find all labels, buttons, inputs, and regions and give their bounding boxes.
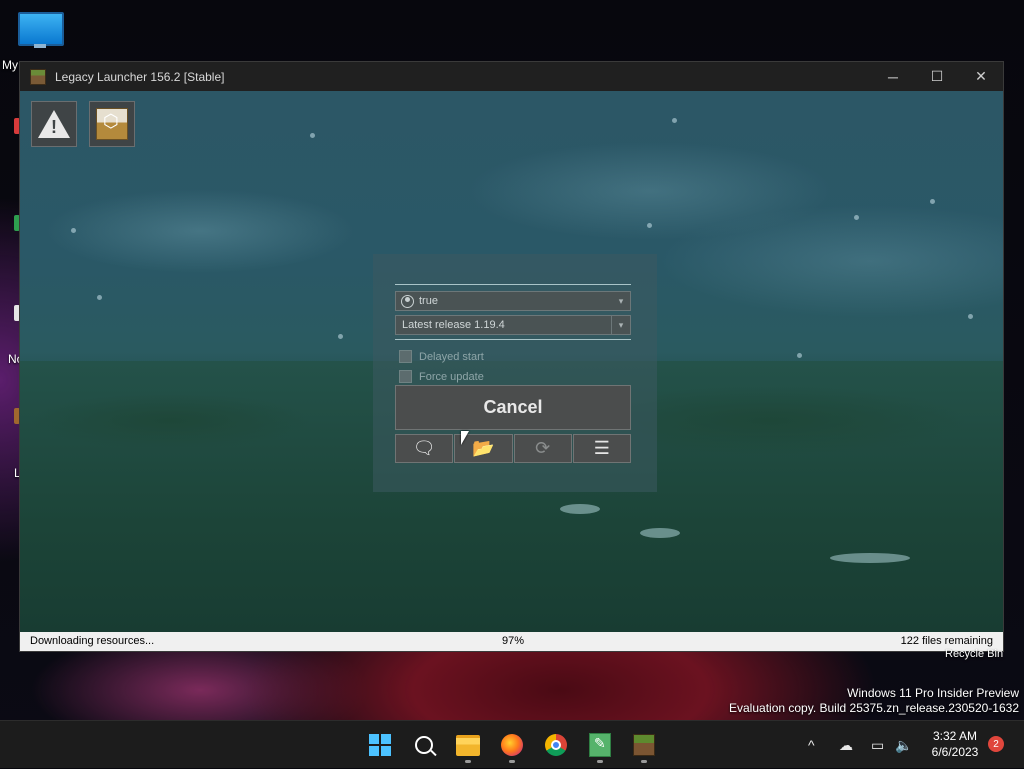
chat-button[interactable]: 🗨 [395, 434, 454, 463]
maximize-button[interactable]: ☐ [915, 62, 959, 91]
tlauncher-cube-icon [96, 108, 128, 140]
maximize-icon: ☐ [930, 68, 944, 84]
search-icon [415, 736, 433, 754]
desktop-icon-label-my[interactable]: My [2, 58, 18, 72]
refresh-button[interactable]: ⟳ [513, 434, 572, 463]
window-title: Legacy Launcher 156.2 [Stable] [55, 69, 225, 84]
this-pc-icon[interactable] [18, 12, 64, 46]
running-indicator [509, 760, 515, 763]
search-button[interactable] [412, 733, 436, 757]
launch-panel: true ▾ Latest release 1.19.4 ▾ Delayed s… [373, 254, 657, 492]
minimize-button[interactable]: ─ [871, 62, 915, 91]
notepad-plus-icon [589, 733, 611, 757]
menu-button[interactable]: ☰ [572, 434, 631, 463]
recycle-bin-label[interactable]: Recycle Bin [945, 648, 1003, 660]
mouse-cursor [461, 431, 469, 445]
volume-control[interactable]: 🔈 [895, 721, 912, 769]
running-indicator [597, 760, 603, 763]
watermark-line-2: Evaluation copy. Build 25375.zn_release.… [729, 701, 1019, 715]
notepad-plus-button[interactable] [588, 733, 612, 757]
warning-icon: ! [38, 110, 70, 138]
chrome-button[interactable] [544, 733, 568, 757]
status-bar: Downloading resources... 97% 122 files r… [20, 632, 1003, 651]
taskbar: ^ ☁ ▭ 🔈 3:32 AM 6/6/2023 [0, 720, 1024, 768]
progress-percent: 97% [502, 635, 525, 647]
tray-chevron[interactable]: ^ [808, 721, 815, 769]
delayed-start-label: Delayed start [419, 350, 484, 363]
version-select[interactable]: Latest release 1.19.4 ▾ [395, 315, 631, 335]
snow-particle [930, 199, 935, 204]
chevron-down-icon[interactable]: ▾ [611, 316, 630, 334]
minecraft-launcher-button[interactable] [632, 733, 656, 757]
divider [395, 339, 631, 340]
refresh-icon: ⟳ [535, 438, 551, 458]
launcher-background: ! true ▾ Latest release 1.19.4 ▾ Delayed… [20, 91, 1003, 634]
notification-badge[interactable]: 2 [988, 736, 1004, 752]
force-update-checkbox[interactable] [399, 370, 412, 383]
delayed-start-option[interactable]: Delayed start [399, 350, 484, 363]
minimize-icon: ─ [888, 68, 898, 85]
running-indicator [641, 760, 647, 763]
monitor-stand [34, 44, 46, 48]
speaker-icon: 🔈 [895, 736, 913, 753]
tool-buttons: 🗨 📂 ⟳ ☰ [395, 434, 631, 463]
snow-patch [640, 528, 680, 538]
snow-particle [854, 215, 859, 220]
app-icon [30, 68, 46, 85]
network-status[interactable]: ☁ [839, 721, 853, 769]
snow-particle [672, 118, 677, 123]
user-icon [401, 294, 414, 308]
close-button[interactable]: ✕ [959, 62, 1003, 91]
divider [395, 284, 631, 285]
clock-time: 3:32 AM [932, 729, 978, 743]
chevron-up-icon: ^ [808, 737, 815, 753]
version-value: Latest release 1.19.4 [402, 319, 505, 331]
tlauncher-button[interactable] [89, 101, 135, 147]
launcher-window: Legacy Launcher 156.2 [Stable] ─ ☐ ✕ ! ⬡… [19, 61, 1004, 652]
chrome-icon [545, 734, 567, 756]
chevron-down-icon[interactable]: ▾ [612, 292, 630, 310]
folder-open-icon: 📂 [472, 438, 495, 458]
snow-particle [97, 295, 102, 300]
status-text: Downloading resources... [30, 635, 155, 647]
cloud-off-icon: ☁ [839, 736, 853, 753]
account-select[interactable]: true ▾ [395, 291, 631, 311]
title-bar[interactable]: Legacy Launcher 156.2 [Stable] ─ ☐ ✕ [20, 62, 1003, 91]
snow-particle [338, 334, 343, 339]
start-button[interactable] [368, 733, 392, 757]
snow-particle [647, 223, 652, 228]
file-explorer-icon [456, 734, 480, 756]
watermark-line-1: Windows 11 Pro Insider Preview [847, 686, 1019, 700]
snow-particle [797, 353, 802, 358]
display-status[interactable]: ▭ [871, 721, 884, 769]
monitor-icon: ▭ [871, 736, 885, 753]
force-update-label: Force update [419, 370, 484, 383]
download-progress [20, 632, 974, 651]
snow-particle [71, 228, 76, 233]
cancel-button[interactable]: Cancel [395, 385, 631, 430]
clock-date: 6/6/2023 [931, 745, 979, 759]
force-update-option[interactable]: Force update [399, 370, 484, 383]
snow-particle [310, 133, 315, 138]
delayed-start-checkbox[interactable] [399, 350, 412, 363]
clock[interactable]: 3:32 AM 6/6/2023 [925, 728, 985, 760]
running-indicator [465, 760, 471, 763]
firefox-button[interactable] [500, 733, 524, 757]
firefox-icon [501, 734, 523, 756]
start-icon [369, 734, 391, 756]
files-remaining: 122 files remaining [900, 635, 993, 647]
snow-particle [968, 314, 973, 319]
close-icon: ✕ [975, 68, 987, 84]
chat-icon: 🗨 [412, 438, 436, 458]
menu-icon: ☰ [593, 438, 610, 458]
account-value: true [419, 295, 438, 307]
minecraft-launcher-icon [633, 734, 655, 756]
windows-watermark: Windows 11 Pro Insider Preview Evaluatio… [729, 686, 1019, 716]
file-explorer-button[interactable] [456, 733, 480, 757]
warning-button[interactable]: ! [31, 101, 77, 147]
snow-patch [830, 553, 910, 563]
snow-patch [560, 504, 600, 514]
